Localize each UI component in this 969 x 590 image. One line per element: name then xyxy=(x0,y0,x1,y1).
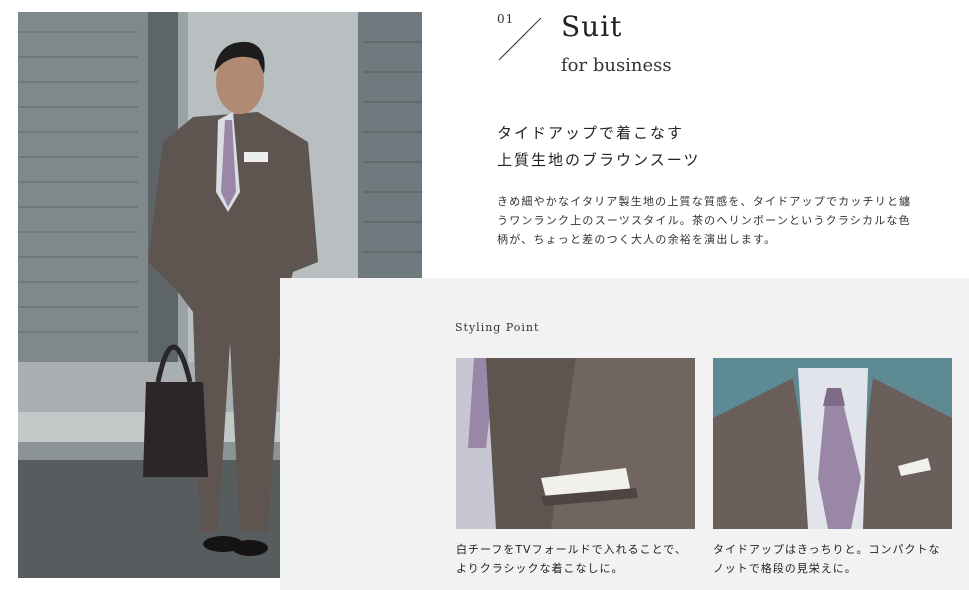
styling-point-label: Styling Point xyxy=(455,321,540,334)
styling-point-2-caption: タイドアップはきっちりと。コンパクトな ノットで格段の見栄えに。 xyxy=(713,543,941,575)
description: きめ細やかなイタリア製生地の上質な質感を、タイドアップでカッチリと纏 うワンラン… xyxy=(497,195,912,246)
pocket-square-detail-image xyxy=(456,358,695,529)
section-subtitle: for business xyxy=(561,55,672,76)
section-title: Suit xyxy=(561,10,623,43)
styling-point-1-caption: 白チーフをTVフォールドで入れることで、 よりクラシックな着こなしに。 xyxy=(456,543,687,575)
tie-knot-detail-image xyxy=(713,358,952,529)
styling-point-2 xyxy=(713,358,952,529)
styling-point-1 xyxy=(456,358,695,529)
headline: タイドアップで着こなす 上質生地のブラウンスーツ xyxy=(497,124,701,169)
diagonal-divider xyxy=(498,17,542,61)
